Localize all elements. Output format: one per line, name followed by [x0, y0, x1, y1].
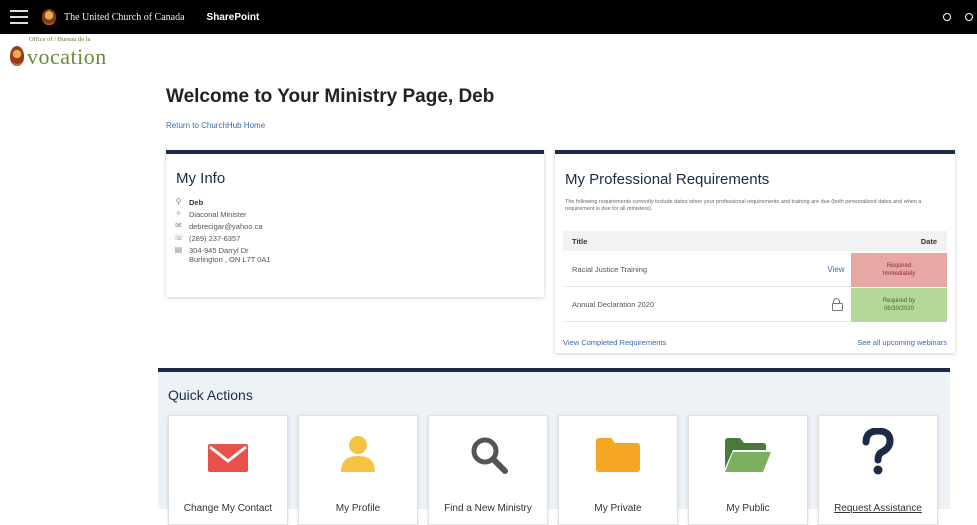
- my-info-title: My Info: [176, 170, 226, 187]
- open-folder-icon: [725, 438, 771, 477]
- info-name-row: ⚲ Deb: [174, 198, 271, 210]
- suite-bar: The United Church of Canada SharePoint: [0, 0, 977, 34]
- address-line-2: Burlington , ON L7T 0A1: [189, 255, 271, 264]
- info-name: Deb: [189, 198, 204, 207]
- account-icon[interactable]: [965, 13, 973, 21]
- view-completed-link[interactable]: View Completed Requirements: [563, 338, 666, 347]
- address-icon: ▤: [174, 245, 183, 254]
- upcoming-webinars-link[interactable]: See all upcoming webinars: [857, 338, 947, 347]
- magnifier-icon: [468, 434, 508, 479]
- info-role: Diaconal Minister: [189, 210, 247, 219]
- requirement-title: Racial Justice Training: [572, 265, 648, 274]
- site-logo[interactable]: Office of / Bureau de la vocation: [10, 36, 107, 70]
- lock-icon-wrap: [821, 298, 851, 311]
- status-line-1: Required: [886, 262, 912, 269]
- person-icon: ⚲: [175, 197, 182, 206]
- my-info-card: My Info ⚲ Deb ✧ Diaconal Minister ✉ debr…: [166, 150, 544, 297]
- info-phone-row: ☏ (289) 237-6357: [174, 234, 271, 246]
- status-line-2: 06/30/2020: [883, 305, 914, 312]
- column-title: Title: [572, 236, 588, 246]
- quick-actions-panel: Quick Actions Change My Contact My Profi…: [158, 368, 950, 525]
- info-phone: (289) 237-6357: [189, 234, 241, 243]
- quick-actions-title: Quick Actions: [168, 387, 253, 403]
- status-line-1: Required by: [882, 297, 916, 304]
- status-line-2: Immediately: [882, 270, 916, 277]
- badge-icon: ✧: [175, 209, 182, 218]
- app-launcher-icon[interactable]: [10, 10, 28, 24]
- crest-logo-icon: [10, 46, 24, 66]
- requirements-description: The following requirements currently inc…: [565, 199, 922, 212]
- requirements-table-header: Title Date: [563, 231, 947, 251]
- church-crest-icon: [42, 9, 56, 25]
- requirement-title: Annual Declaration 2020: [572, 300, 655, 309]
- folder-icon: [596, 438, 640, 477]
- help-icon[interactable]: [943, 13, 951, 21]
- mail-icon: ✉: [175, 221, 182, 230]
- info-address-row: ▤ 304-945 Darryl Dr Burlington , ON L7T …: [174, 246, 271, 268]
- logo-subtitle: Office of / Bureau de la: [29, 36, 91, 43]
- info-email[interactable]: debrecigar@yahoo.ca: [189, 222, 263, 231]
- person-icon: [338, 434, 378, 479]
- status-badge: Required by 06/30/2020: [851, 287, 947, 322]
- org-name[interactable]: The United Church of Canada: [64, 12, 185, 23]
- my-info-list: ⚲ Deb ✧ Diaconal Minister ✉ debrecigar@y…: [174, 198, 271, 268]
- requirements-card: My Professional Requirements The followi…: [555, 150, 955, 353]
- logo-text: Office of / Bureau de la vocation: [27, 36, 107, 70]
- lock-icon: [831, 298, 843, 311]
- info-role-row: ✧ Diaconal Minister: [174, 210, 271, 222]
- view-link[interactable]: View: [821, 265, 851, 274]
- table-row: Annual Declaration 2020 Required by 06/30…: [563, 287, 947, 322]
- address-line-1: 304-945 Darryl Dr: [189, 246, 249, 255]
- column-date: Date: [920, 236, 937, 246]
- requirements-title: My Professional Requirements: [565, 171, 770, 188]
- envelope-icon: [208, 444, 248, 477]
- suite-bar-right: [943, 0, 977, 34]
- sharepoint-link[interactable]: SharePoint: [207, 12, 260, 23]
- page-title: Welcome to Your Ministry Page, Deb: [166, 86, 495, 107]
- return-home-link[interactable]: Return to ChurchHub Home: [166, 121, 265, 130]
- phone-icon: ☏: [174, 233, 185, 242]
- info-email-row: ✉ debrecigar@yahoo.ca: [174, 222, 271, 234]
- question-icon: [861, 427, 895, 481]
- table-row: Racial Justice Training View Required Imm…: [563, 252, 947, 287]
- status-badge: Required Immediately: [851, 252, 947, 287]
- info-address: 304-945 Darryl Dr Burlington , ON L7T 0A…: [189, 246, 271, 264]
